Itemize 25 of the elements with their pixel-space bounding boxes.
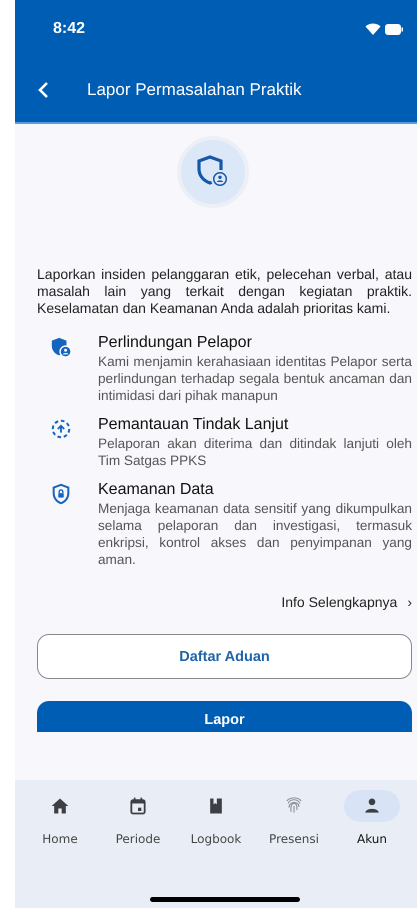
upload-circle-icon [50, 418, 72, 440]
feature-title: Keamanan Data [98, 481, 215, 499]
shield-person-icon [50, 336, 72, 358]
feature-description: Kami menjamin kerahasiaan identitas Pelapor serta perlindungan terhadap segala bentuk ancaman dan intimidasi dari pihak manapun [98, 353, 412, 404]
shield-lock-icon [50, 483, 72, 505]
nav-tab[interactable]: Akun [333, 790, 411, 908]
nav-tab[interactable]: Home [21, 790, 99, 908]
feature-description: Pelaporan akan diterima dan ditindak lanjuti oleh Tim Satgas PPKS [98, 435, 412, 469]
nav-tab[interactable]: Periode [99, 790, 177, 908]
nav-tab[interactable]: Presensi [255, 790, 333, 908]
status-time: 8:42 [53, 20, 86, 38]
nav-tab[interactable]: Logbook [177, 790, 255, 908]
back-button[interactable] [37, 81, 49, 99]
info-link[interactable]: Info Selengkapnya › [281, 594, 412, 610]
page-title: Lapor Permasalahan Praktik [87, 80, 302, 100]
wifi-icon [365, 23, 381, 35]
battery-icon [385, 24, 403, 34]
complaints-button[interactable]: Daftar Aduan [37, 634, 412, 679]
feature-title: Pemantauan Tindak Lanjut [98, 416, 290, 434]
report-button[interactable]: Lapor [37, 701, 412, 732]
feature-title: Perlindungan Pelapor [98, 334, 253, 352]
intro-paragraph: Laporkan insiden pelanggaran etik, pelecehan verbal, atau masalah lain yang terkait dengan kegiatan praktik. Keselamatan dan Keamanan Anda adalah prioritas kami. [37, 266, 412, 317]
feature-description: Menjaga keamanan data sensitif yang dikumpulkan selama pelaporan dan investigasi, termasuk enkripsi, kontrol akses dan penyimpanan yang aman. [98, 500, 412, 568]
calendar-icon [128, 796, 148, 816]
home-icon [50, 796, 70, 816]
